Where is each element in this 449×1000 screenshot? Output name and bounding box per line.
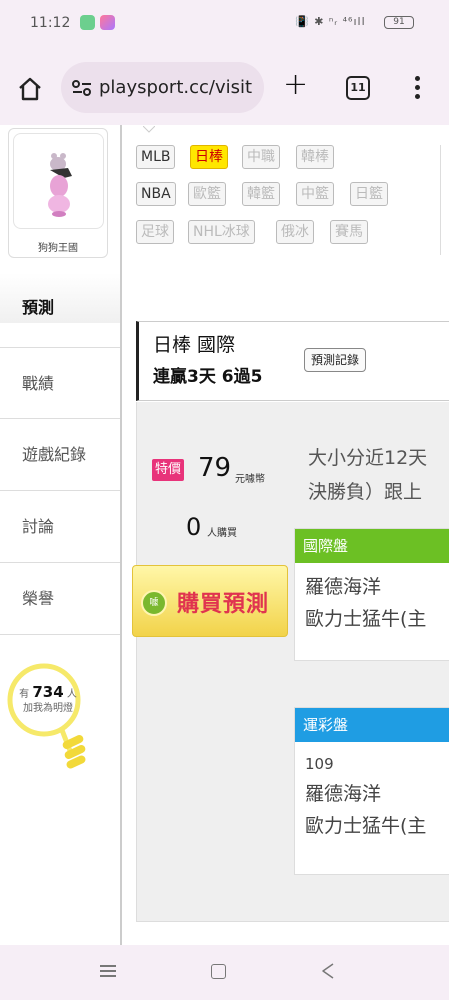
sport-tag-soccer[interactable]: 足球	[136, 220, 174, 244]
sidebar-item-discussion[interactable]: 討論	[0, 491, 120, 563]
sport-tag-euro-basketball[interactable]: 歐籃	[188, 182, 226, 206]
buyers-unit: 人購買	[207, 528, 237, 539]
page-content: 狗狗王國 預測 戰績 遊戲紀錄 討論 榮譽 有 734 人 加我為明燈 MLB …	[0, 125, 449, 945]
sport-tag-cpbl[interactable]: 中職	[242, 145, 280, 169]
away-team: 羅德海洋	[305, 783, 382, 805]
away-team: 羅德海洋	[305, 576, 382, 598]
home-icon[interactable]	[17, 76, 43, 102]
fans-count: 734	[32, 683, 64, 701]
description-line-2: 決勝負）跟上	[308, 481, 423, 503]
home-team: 歐力士猛牛(主	[305, 608, 427, 630]
system-nav-bar	[0, 945, 449, 1000]
sport-tag-russia-hockey[interactable]: 俄冰	[276, 220, 314, 244]
sport-tag-mlb[interactable]: MLB	[136, 145, 176, 169]
prediction-description: 大小分近12天 決勝負）跟上	[308, 441, 449, 509]
home-team: 歐力士猛牛(主	[305, 815, 427, 837]
fans-count-text[interactable]: 有 734 人 加我為明燈	[8, 685, 88, 716]
sport-tag-nhl[interactable]: NHL冰球	[188, 220, 255, 244]
fans-suffix: 人	[66, 689, 77, 700]
record-summary: 日棒 國際 連贏3天 6過5 預測記錄	[136, 321, 449, 401]
recent-apps-icon[interactable]	[100, 965, 116, 977]
more-menu-icon[interactable]	[412, 76, 422, 102]
price-unit: 元噱幣	[235, 474, 265, 485]
user-name[interactable]: 狗狗王國	[9, 239, 107, 254]
price-value: 79	[198, 453, 232, 483]
buy-prediction-button[interactable]: 噱 購買預測	[132, 565, 288, 637]
user-card[interactable]: 狗狗王國	[8, 128, 108, 258]
sidebar-item-honor[interactable]: 榮譽	[0, 563, 120, 635]
sport-tag-npb[interactable]: 日棒	[190, 145, 228, 169]
new-tab-button[interactable]: +	[283, 70, 308, 100]
site-settings-icon[interactable]	[71, 79, 93, 97]
sport-tag-horse-racing[interactable]: 賽馬	[330, 220, 368, 244]
buy-prediction-label: 購買預測	[177, 592, 270, 617]
lightbulb-icon[interactable]	[6, 662, 106, 772]
tab-switcher-button[interactable]: 11	[346, 76, 370, 100]
game-number: 109	[305, 755, 334, 773]
coin-icon: 噱	[141, 590, 167, 616]
battery-icon: 91	[384, 16, 414, 29]
sidebar-item-game-log[interactable]: 遊戲紀錄	[0, 419, 120, 491]
status-time: 11:12	[30, 15, 71, 31]
address-bar[interactable]: playsport.cc/visit	[61, 62, 264, 113]
sidebar-item-record[interactable]: 戰績	[0, 347, 120, 419]
back-icon[interactable]	[320, 962, 336, 980]
fans-prefix: 有	[19, 689, 30, 700]
status-bar: 11:12 📳 ✱ ⁿᵣ ⁴⁶ıll 91	[0, 0, 449, 50]
card-header: 國際盤	[295, 529, 449, 563]
card-header: 運彩盤	[295, 708, 449, 742]
special-price-badge: 特價	[152, 459, 185, 481]
app-notification-icon	[80, 15, 95, 30]
home-button-icon[interactable]	[211, 964, 226, 979]
description-line-1: 大小分近12天	[308, 447, 428, 469]
sport-tag-japan-basketball[interactable]: 日籃	[350, 182, 388, 206]
record-title: 日棒 國際	[153, 334, 236, 356]
sport-tag-china-basketball[interactable]: 中籃	[296, 182, 334, 206]
browser-toolbar: playsport.cc/visit + 11	[0, 50, 449, 125]
divider	[440, 145, 441, 255]
international-odds-card: 國際盤 羅德海洋 歐力士猛牛(主	[294, 528, 449, 661]
sport-tag-korea-basketball[interactable]: 韓籃	[242, 182, 280, 206]
record-streak: 連贏3天 6過5	[153, 367, 263, 387]
url-text[interactable]: playsport.cc/visit	[99, 77, 252, 98]
avatar[interactable]	[13, 133, 104, 229]
follow-text: 加我為明燈	[23, 703, 73, 714]
prediction-history-button[interactable]: 預測記錄	[304, 348, 367, 372]
buyers-count: 0	[186, 513, 202, 541]
pointer-notch	[143, 126, 155, 133]
signal-icons: 📳 ✱ ⁿᵣ ⁴⁶ıll	[295, 15, 366, 28]
sport-tag-nba[interactable]: NBA	[136, 182, 176, 206]
avatar-figure-icon	[48, 153, 72, 217]
lottery-odds-card: 運彩盤 109 羅德海洋 歐力士猛牛(主	[294, 707, 449, 875]
app-notification-icon-2	[100, 15, 115, 30]
sport-tag-kbo[interactable]: 韓棒	[296, 145, 334, 169]
main-border	[120, 125, 122, 945]
